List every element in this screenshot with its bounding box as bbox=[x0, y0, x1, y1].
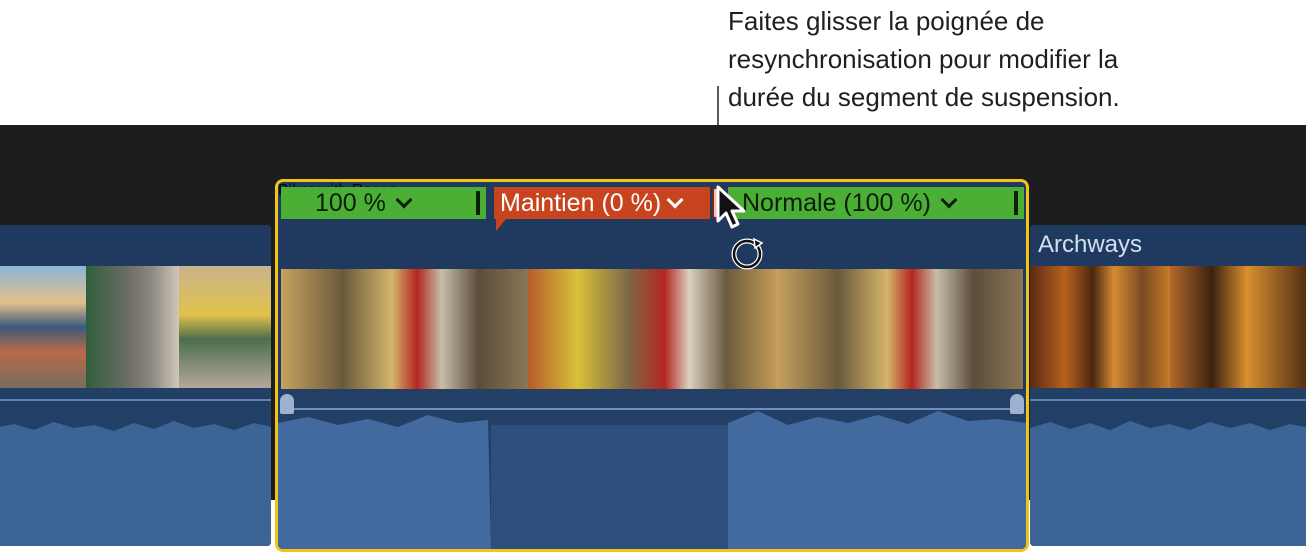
speed-segment-label: Maintien (0 %) bbox=[500, 188, 662, 217]
clip-biker-with-roses[interactable]: 100 % Maintien (0 %) Normale (100 %) Bik… bbox=[275, 179, 1029, 552]
speed-segment-label: 100 % bbox=[315, 188, 386, 217]
clip-main-filmstrip bbox=[281, 269, 1023, 391]
thumbnail-frame bbox=[1030, 266, 1170, 388]
thumbnail-frame bbox=[1170, 266, 1306, 388]
speed-segment-100[interactable]: 100 % bbox=[281, 187, 486, 219]
clip-archways[interactable]: Archways bbox=[1030, 225, 1306, 546]
clip-right-audio-waveform bbox=[1030, 388, 1306, 546]
retime-line bbox=[281, 408, 1023, 410]
retime-cursor-icon bbox=[728, 233, 768, 278]
thumbnail-frame bbox=[178, 266, 271, 388]
timeline[interactable]: 100 % Maintien (0 %) Normale (100 %) Bik… bbox=[0, 125, 1306, 552]
thumbnail-frame bbox=[775, 269, 1023, 391]
thumbnail-frame bbox=[86, 266, 179, 388]
clip-left[interactable] bbox=[0, 225, 271, 546]
thumbnail-frame bbox=[281, 269, 529, 391]
speed-segment-label: Normale (100 %) bbox=[742, 188, 931, 217]
clip-end-handle[interactable] bbox=[1010, 394, 1024, 414]
segment-end-marker bbox=[1014, 191, 1018, 215]
callout-text: Faites glisser la poignée de resynchroni… bbox=[728, 2, 1298, 116]
chevron-down-icon[interactable] bbox=[666, 191, 684, 209]
speed-segment-hold[interactable]: Maintien (0 %) bbox=[494, 187, 710, 219]
clip-title: Archways bbox=[1038, 231, 1143, 258]
chevron-down-icon[interactable] bbox=[940, 191, 958, 209]
pointer-cursor-icon bbox=[714, 183, 750, 236]
speed-segment-normal[interactable]: Normale (100 %) bbox=[728, 187, 1024, 219]
chevron-down-icon[interactable] bbox=[395, 191, 413, 209]
clip-left-audio-waveform bbox=[0, 388, 271, 546]
clip-left-filmstrip bbox=[0, 266, 271, 388]
clip-main-audio-waveform bbox=[278, 389, 1026, 549]
hold-segment-tab bbox=[496, 219, 506, 231]
thumbnail-frame bbox=[0, 266, 87, 388]
clip-start-handle[interactable] bbox=[280, 394, 294, 414]
callout-line-2: resynchronisation pour modifier la bbox=[728, 44, 1119, 74]
callout-line-1: Faites glisser la poignée de bbox=[728, 6, 1045, 36]
segment-end-marker bbox=[476, 191, 480, 215]
clip-right-filmstrip bbox=[1030, 266, 1306, 388]
callout-line-3: durée du segment de suspension. bbox=[728, 82, 1120, 112]
thumbnail-frame bbox=[528, 269, 776, 391]
